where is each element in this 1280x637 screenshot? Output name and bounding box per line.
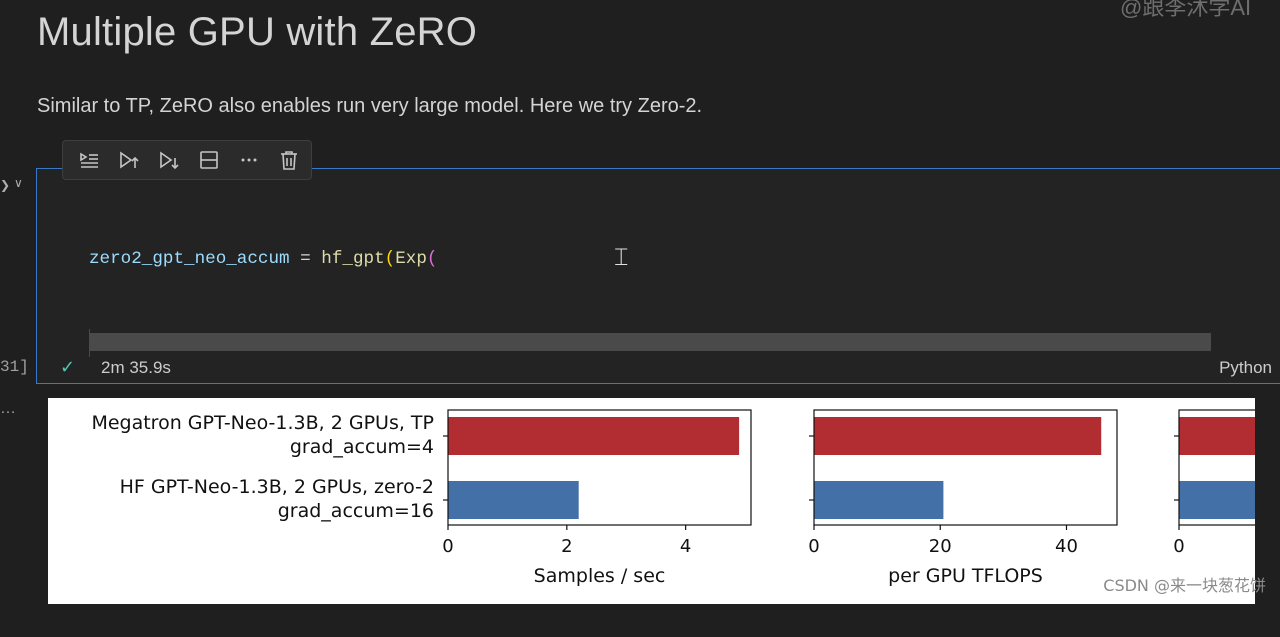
execution-count: 31]	[0, 358, 29, 376]
x-tick-label: 2	[561, 536, 572, 557]
run-by-line-icon[interactable]	[71, 145, 107, 175]
x-tick-label: 0	[442, 536, 453, 557]
markdown-paragraph: Similar to TP, ZeRO also enables run ver…	[37, 95, 703, 117]
bar	[814, 481, 944, 519]
bar	[814, 417, 1102, 455]
chevron-down-icon[interactable]: ∨	[14, 176, 23, 190]
execution-time: 2m 35.9s	[101, 358, 171, 377]
bar	[448, 417, 740, 455]
x-tick-label: 4	[680, 536, 691, 557]
run-above-icon[interactable]	[111, 145, 147, 175]
bar-chart: Megatron GPT-Neo-1.3B, 2 GPUs, TPgrad_ac…	[91, 409, 1255, 587]
x-tick-label: 20	[929, 536, 952, 557]
category-label: grad_accum=16	[278, 500, 434, 522]
x-tick-label: 40	[1055, 536, 1078, 557]
category-label: HF GPT-Neo-1.3B, 2 GPUs, zero-2	[120, 476, 434, 498]
progress-bar	[89, 333, 1211, 351]
check-icon: ✓	[60, 357, 76, 377]
run-below-icon[interactable]	[151, 145, 187, 175]
x-tick-label: 0	[1173, 536, 1184, 557]
category-label: grad_accum=4	[290, 436, 434, 458]
bar	[1179, 417, 1255, 455]
markdown-title: Multiple GPU with ZeRO	[37, 10, 478, 54]
x-axis-label: Samples / sec	[534, 565, 666, 587]
cell-output: Megatron GPT-Neo-1.3B, 2 GPUs, TP grad_ac…	[48, 398, 1255, 604]
collapse-caret-icon[interactable]: ❯	[0, 178, 10, 192]
category-label: Megatron GPT-Neo-1.3B, 2 GPUs, TP	[91, 412, 434, 434]
x-axis-label: per GPU TFLOPS	[888, 565, 1043, 587]
video-watermark: @跟李沐学AI	[1120, 0, 1252, 20]
text-cursor-icon: ⌶	[614, 243, 629, 271]
more-icon[interactable]	[231, 145, 267, 175]
cell-status-bar: ✓ 2m 35.9s Python	[60, 356, 1280, 380]
delete-icon[interactable]	[271, 145, 307, 175]
csdn-watermark: CSDN @来一块葱花饼	[1103, 576, 1266, 595]
code-line[interactable]: zero2_gpt_neo_accum = hf_gpt(Exp(	[89, 245, 1211, 273]
x-tick-label: 0	[808, 536, 819, 557]
cell-toolbar	[62, 140, 312, 180]
bar	[448, 481, 579, 519]
language-label[interactable]: Python	[1219, 358, 1272, 378]
split-cell-icon[interactable]	[191, 145, 227, 175]
output-more-icon[interactable]: …	[0, 400, 16, 418]
bar	[1179, 481, 1255, 519]
